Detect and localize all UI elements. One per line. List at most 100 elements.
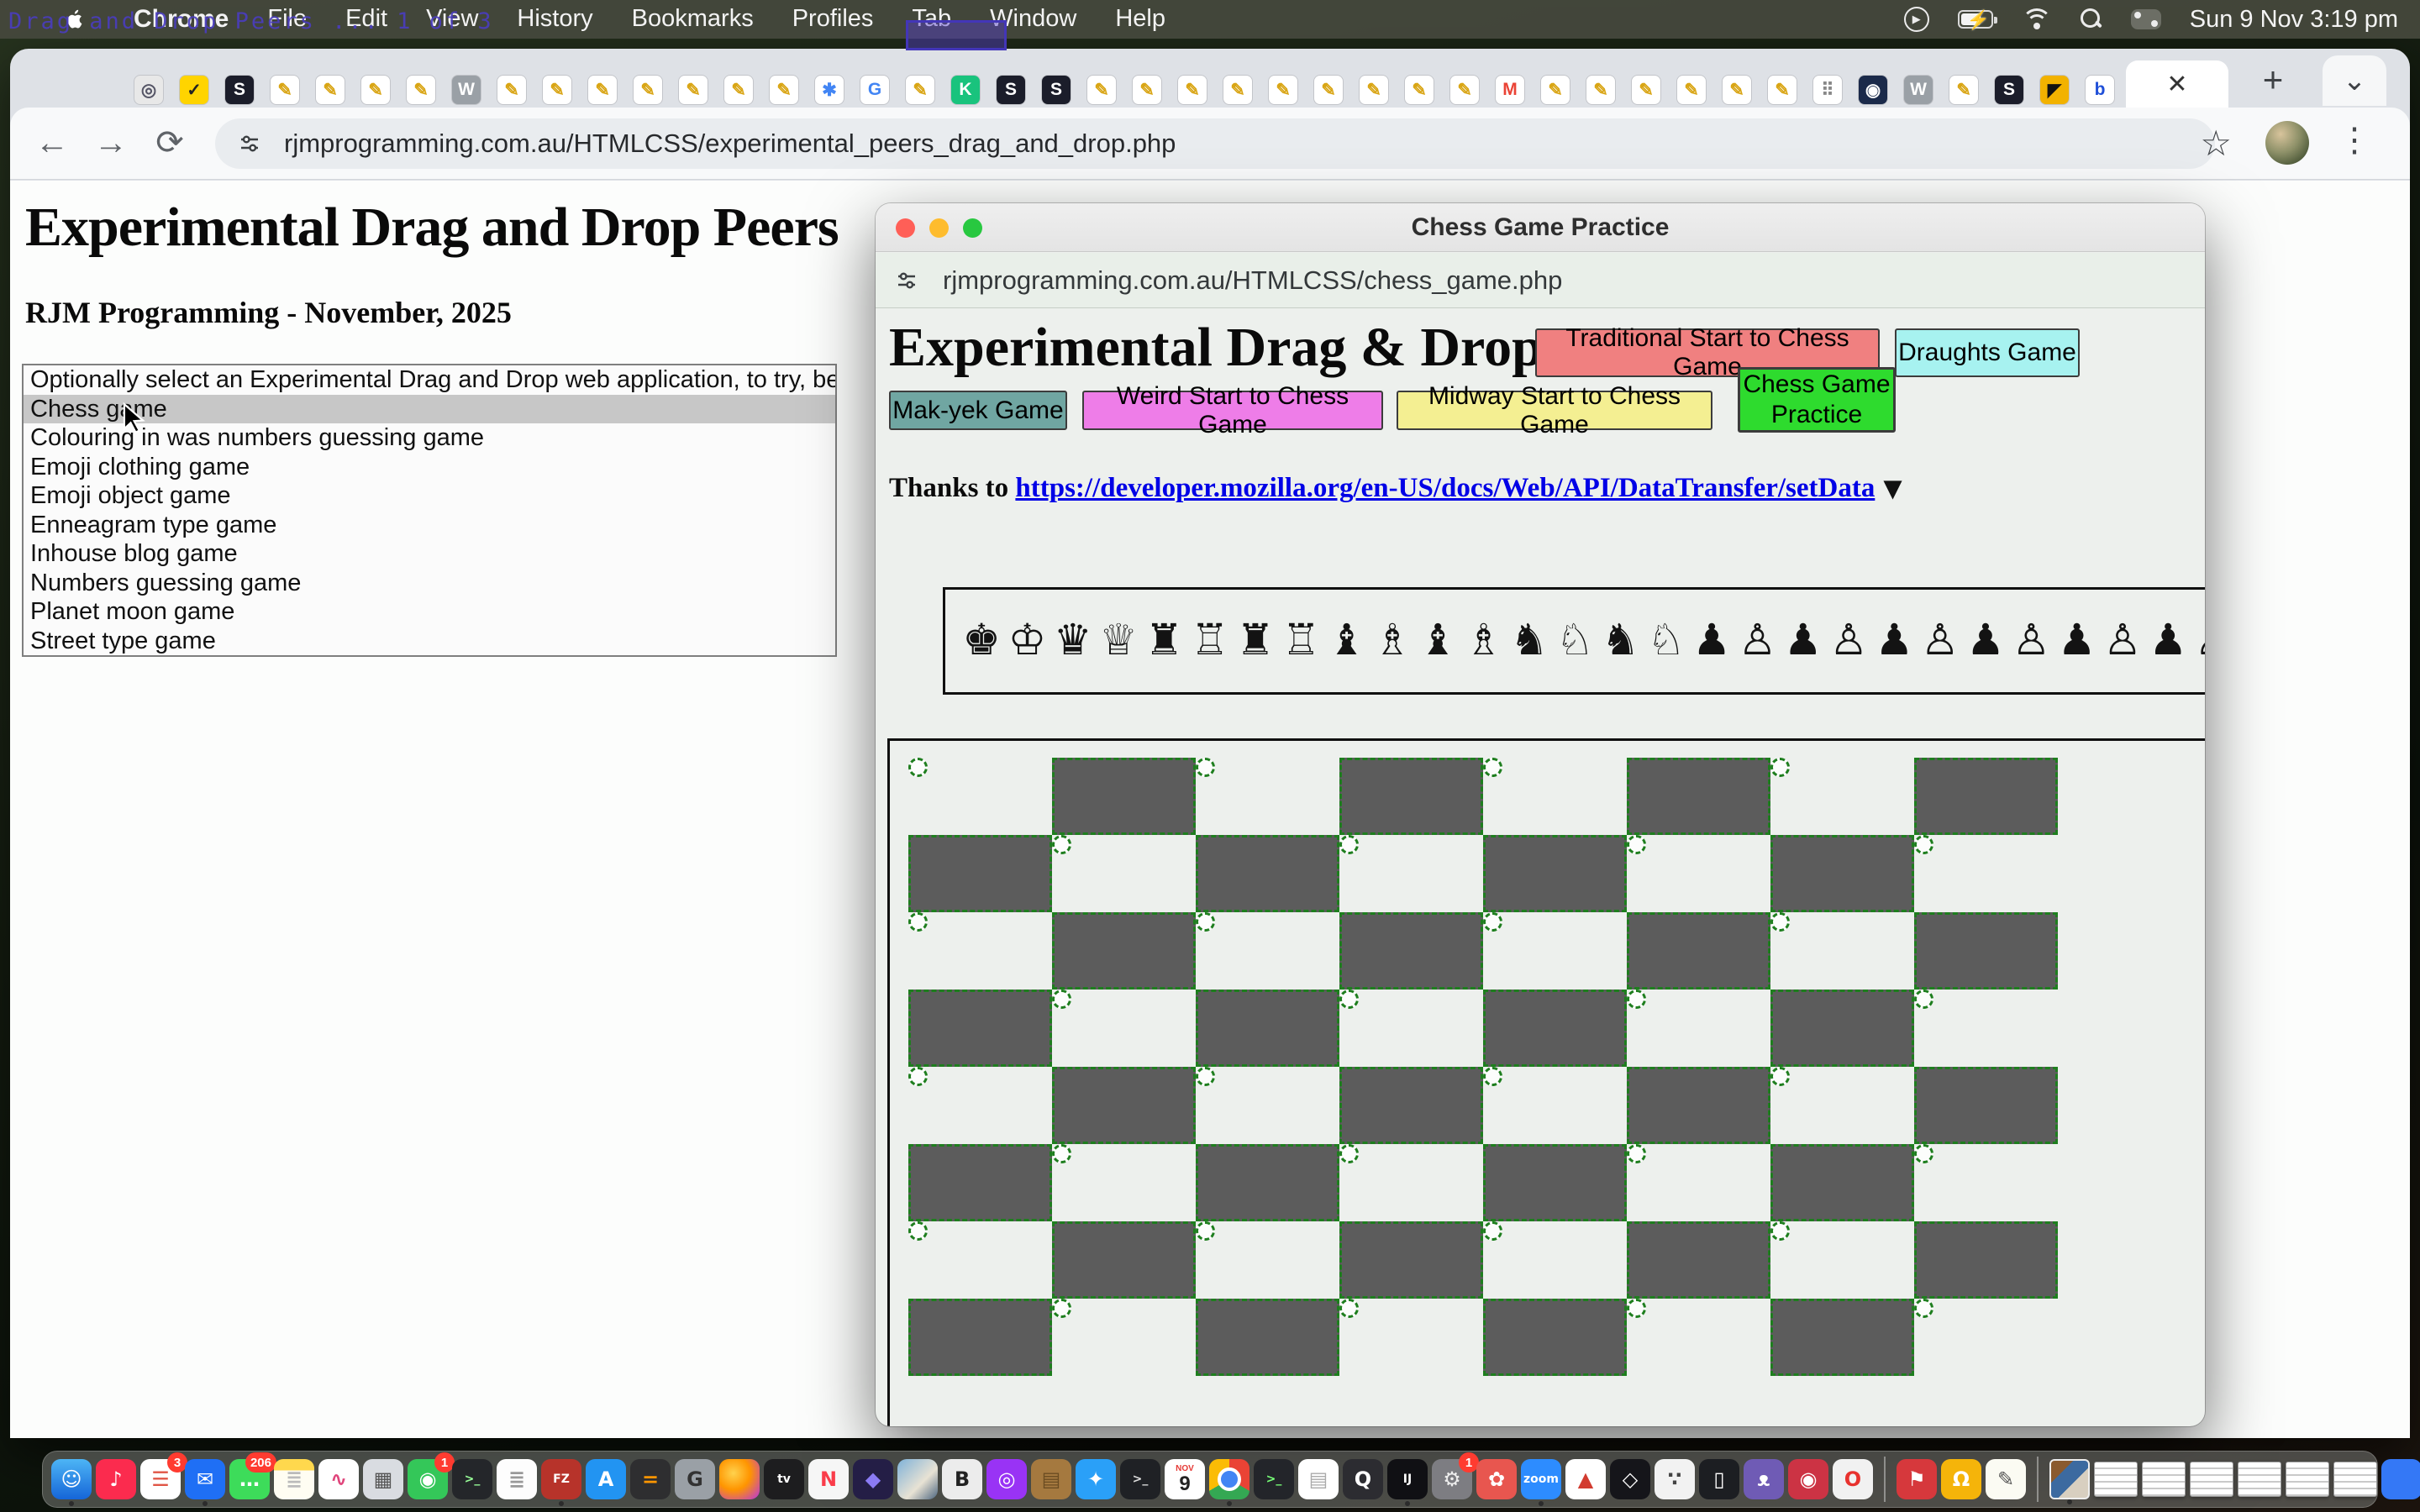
reminders-icon[interactable]: ☰3 bbox=[140, 1459, 181, 1499]
board-square[interactable] bbox=[1627, 990, 1646, 1009]
listbox-option[interactable]: Emoji clothing game bbox=[24, 453, 835, 482]
pinned-tab-rjm[interactable]: ✎ bbox=[1768, 76, 1797, 104]
board-square[interactable] bbox=[1770, 1221, 1790, 1241]
chess-piece[interactable]: ♗ bbox=[1370, 595, 1415, 687]
compass-dial-icon[interactable]: ◉ bbox=[1788, 1459, 1828, 1499]
board-square[interactable] bbox=[1627, 1299, 1646, 1318]
reload-button[interactable]: ⟳ bbox=[146, 119, 193, 166]
inkscape-icon[interactable]: ◇ bbox=[1610, 1459, 1650, 1499]
board-square[interactable] bbox=[1052, 835, 1071, 854]
board-square[interactable] bbox=[1052, 990, 1071, 1009]
board-square[interactable] bbox=[908, 1067, 928, 1086]
board-square[interactable] bbox=[1627, 1067, 1770, 1144]
pinned-tab-britbox[interactable]: b bbox=[2086, 76, 2114, 104]
chess-game-practice-button[interactable]: Chess Game Practice bbox=[1738, 367, 1896, 433]
board-square[interactable] bbox=[1196, 835, 1339, 912]
pinned-tab-s[interactable]: S bbox=[997, 76, 1025, 104]
chess-piece[interactable]: ♙ bbox=[2008, 595, 2054, 687]
board-square[interactable] bbox=[1770, 835, 1914, 912]
popup-title-bar[interactable]: Chess Game Practice bbox=[876, 203, 2205, 252]
board-square[interactable] bbox=[1052, 758, 1196, 835]
board-square[interactable] bbox=[1914, 1067, 2058, 1144]
art-palette-icon[interactable]: ✿ bbox=[1476, 1459, 1517, 1499]
maps-triangle-icon[interactable]: ▲ bbox=[1565, 1459, 1606, 1499]
menu-item-help[interactable]: Help bbox=[1096, 5, 1185, 34]
minimized-photo-icon[interactable] bbox=[2049, 1459, 2090, 1499]
chess-piece[interactable]: ♞ bbox=[1507, 595, 1552, 687]
board-square[interactable] bbox=[1914, 835, 1933, 854]
bookmark-star-icon[interactable]: ☆ bbox=[2200, 123, 2232, 164]
notes-icon[interactable]: ≣ bbox=[274, 1459, 314, 1499]
board-square[interactable] bbox=[1483, 1221, 1502, 1241]
board-square[interactable] bbox=[908, 835, 1052, 912]
board-square[interactable] bbox=[1196, 1299, 1339, 1376]
chess-piece[interactable]: ♗ bbox=[1460, 595, 1506, 687]
board-square[interactable] bbox=[1770, 912, 1790, 932]
pinned-tab-gmail[interactable]: M bbox=[1496, 76, 1524, 104]
messages-icon[interactable]: …206 bbox=[229, 1459, 270, 1499]
board-square[interactable] bbox=[1339, 758, 1483, 835]
menu-item-profiles[interactable]: Profiles bbox=[773, 5, 893, 34]
textedit-icon[interactable]: ≣ bbox=[497, 1459, 537, 1499]
board-square[interactable] bbox=[908, 1144, 1052, 1221]
pinned-tab-rjm[interactable]: ✎ bbox=[588, 76, 617, 104]
mail-icon[interactable]: ✉ bbox=[185, 1459, 225, 1499]
notes-pen-icon[interactable]: ✎ bbox=[1986, 1459, 2026, 1499]
chess-piece[interactable]: ♜ bbox=[1233, 595, 1278, 687]
board-square[interactable] bbox=[1483, 1299, 1627, 1376]
quicktime-icon[interactable]: Q bbox=[1343, 1459, 1383, 1499]
pinned-tab-rjm[interactable]: ✎ bbox=[407, 76, 435, 104]
board-square[interactable] bbox=[1627, 1144, 1646, 1163]
pinned-tab-rjm[interactable]: ✎ bbox=[1677, 76, 1706, 104]
pinned-tab-rjm[interactable]: ✎ bbox=[906, 76, 934, 104]
listbox-option[interactable]: Enneagram type game bbox=[24, 511, 835, 540]
pinned-tab-rjm[interactable]: ✎ bbox=[1632, 76, 1660, 104]
pinned-tab-google[interactable]: G bbox=[860, 76, 889, 104]
mak-yek-game-button[interactable]: Mak-yek Game bbox=[889, 391, 1067, 430]
pinned-tab-k[interactable]: K bbox=[951, 76, 980, 104]
chess-piece[interactable]: ♖ bbox=[1278, 595, 1323, 687]
board-square[interactable] bbox=[1339, 912, 1483, 990]
chess-piece[interactable]: ♟ bbox=[2145, 595, 2191, 687]
chess-piece[interactable]: ♜ bbox=[1141, 595, 1186, 687]
board-square[interactable] bbox=[1914, 990, 1933, 1009]
board-square[interactable] bbox=[908, 912, 928, 932]
board-square[interactable] bbox=[1914, 912, 2058, 990]
pinned-tab-rjm[interactable]: ✎ bbox=[361, 76, 390, 104]
calendar-icon[interactable]: NOV9 bbox=[1165, 1459, 1205, 1499]
pinned-tab-rjm[interactable]: ✎ bbox=[543, 76, 571, 104]
obsidian-icon[interactable]: ◆ bbox=[853, 1459, 893, 1499]
popup-address-bar[interactable]: rjmprogramming.com.au/HTMLCSS/chess_game… bbox=[876, 253, 2205, 308]
board-square[interactable] bbox=[908, 990, 1052, 1067]
cat-app-icon[interactable]: ᴥ bbox=[1744, 1459, 1784, 1499]
board-square[interactable] bbox=[1339, 1221, 1483, 1299]
gimp-icon[interactable]: G bbox=[675, 1459, 715, 1499]
board-square[interactable] bbox=[908, 1299, 1052, 1376]
pinned-tab-eye[interactable]: ◉ bbox=[1859, 76, 1887, 104]
pinned-tab-rjm[interactable]: ✎ bbox=[1178, 76, 1207, 104]
filezilla-icon[interactable]: FZ bbox=[541, 1459, 581, 1499]
apple-tv-icon[interactable]: tv bbox=[764, 1459, 804, 1499]
pinned-tab-sbs[interactable]: ◤ bbox=[2040, 76, 2069, 104]
board-square[interactable] bbox=[1196, 912, 1215, 932]
chess-piece[interactable]: ♝ bbox=[1415, 595, 1460, 687]
chess-piece[interactable]: ♙ bbox=[2191, 595, 2205, 687]
new-tab-button[interactable]: + bbox=[2254, 60, 2292, 99]
board-square[interactable] bbox=[1339, 1067, 1483, 1144]
minimized-window-icon[interactable] bbox=[2094, 1462, 2138, 1497]
board-square[interactable] bbox=[1627, 835, 1646, 854]
tab-search-button[interactable]: ⌄ bbox=[2323, 55, 2386, 106]
menu-item-history[interactable]: History bbox=[497, 5, 612, 34]
calculator-icon[interactable]: = bbox=[630, 1459, 671, 1499]
midway-start-button[interactable]: Midway Start to Chess Game bbox=[1397, 391, 1712, 430]
minimize-window-button[interactable] bbox=[929, 218, 949, 238]
pinned-tab-wp[interactable]: W bbox=[1904, 76, 1933, 104]
site-settings-icon[interactable] bbox=[237, 131, 262, 156]
board-square[interactable] bbox=[908, 1221, 928, 1241]
screen-mirroring-icon[interactable]: ▶ bbox=[1904, 7, 1929, 32]
active-tab[interactable]: ✕ bbox=[2126, 60, 2228, 108]
close-icon[interactable]: ✕ bbox=[2166, 70, 2187, 99]
board-square[interactable] bbox=[1914, 758, 2058, 835]
board-square[interactable] bbox=[1914, 1221, 2058, 1299]
pinned-tab-gear[interactable]: ✱ bbox=[815, 76, 844, 104]
